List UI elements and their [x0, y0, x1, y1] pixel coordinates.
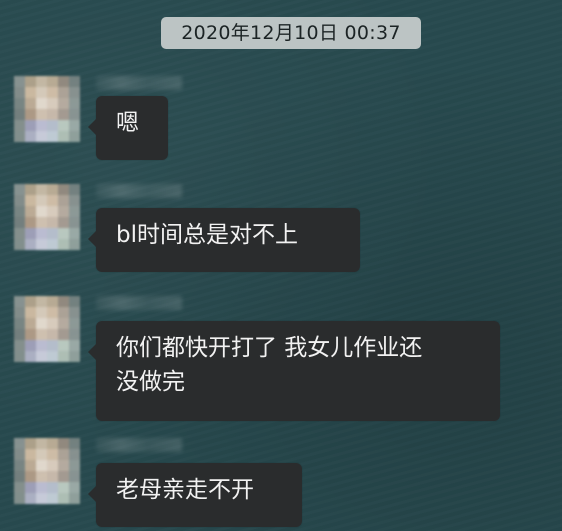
avatar[interactable]	[14, 438, 80, 504]
message-bubble[interactable]: bl时间总是对不上	[88, 208, 360, 272]
sender-name-placeholder	[96, 296, 182, 310]
sender-name-placeholder	[96, 76, 182, 90]
avatar[interactable]	[14, 184, 80, 250]
avatar[interactable]	[14, 296, 80, 362]
sender-name-placeholder	[96, 438, 182, 452]
avatar[interactable]	[14, 76, 80, 142]
message-bubble[interactable]: 你们都快开打了 我女儿作业还 没做完	[88, 321, 500, 421]
timestamp-chip: 2020年12月10日 00:37	[161, 17, 421, 49]
sender-name-placeholder	[96, 184, 182, 198]
message-bubble[interactable]: 老母亲走不开	[88, 463, 302, 527]
message-bubble[interactable]: 嗯	[88, 96, 168, 160]
